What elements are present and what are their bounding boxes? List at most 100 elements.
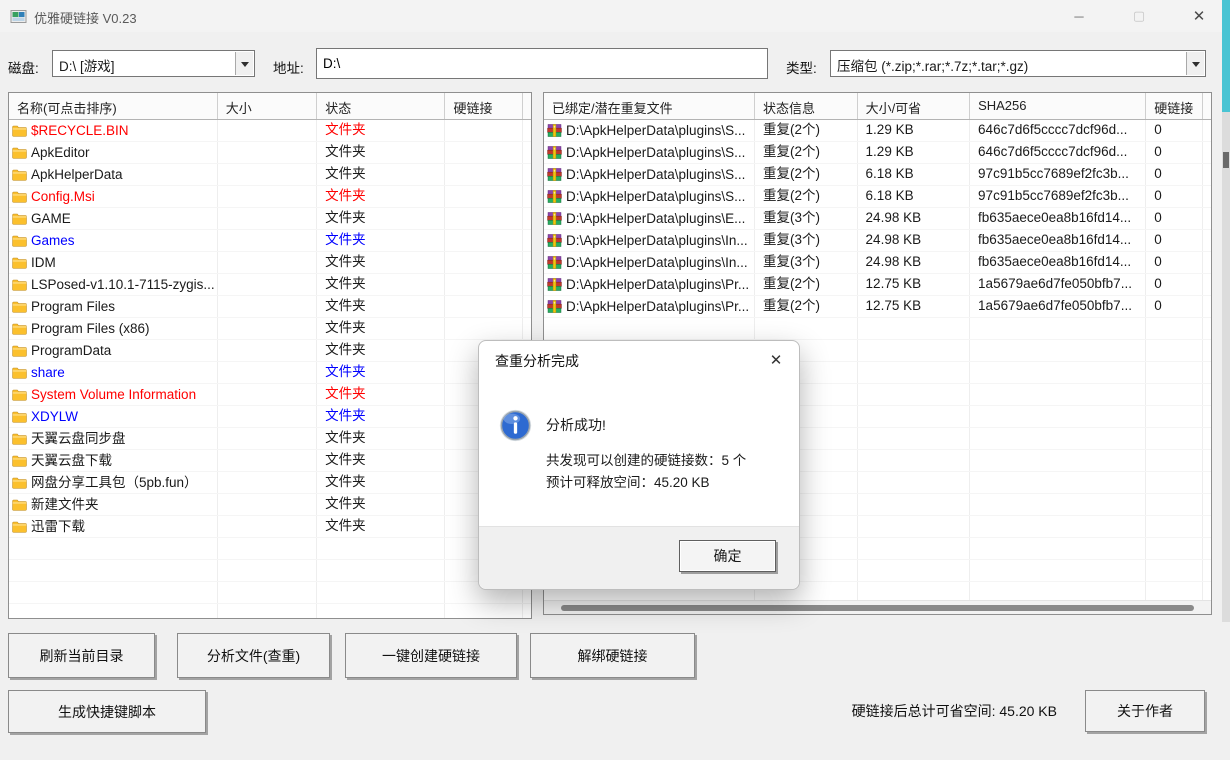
- horizontal-scrollbar[interactable]: [544, 600, 1211, 614]
- folder-icon: [12, 213, 27, 225]
- folder-row[interactable]: XDYLW文件夹: [9, 406, 531, 428]
- dialog-detail-space: 预计可释放空间：45.20 KB: [546, 471, 710, 491]
- folder-row[interactable]: 网盘分享工具包（5pb.fun）文件夹: [9, 472, 531, 494]
- refresh-directory-button[interactable]: 刷新当前目录: [8, 633, 155, 678]
- folder-icon: [12, 521, 27, 533]
- duplicate-file-row[interactable]: D:\ApkHelperData\plugins\S...重复(2个)1.29 …: [544, 120, 1211, 142]
- file-name: D:\ApkHelperData\plugins\S...: [566, 187, 745, 207]
- column-header-file[interactable]: 已绑定/潜在重复文件: [544, 93, 755, 119]
- file-name: System Volume Information: [31, 385, 196, 405]
- folder-row[interactable]: ApkHelperData文件夹: [9, 164, 531, 186]
- duplicate-file-row[interactable]: D:\ApkHelperData\plugins\S...重复(2个)1.29 …: [544, 142, 1211, 164]
- folder-icon: [12, 499, 27, 511]
- folder-row[interactable]: 迅雷下载文件夹: [9, 516, 531, 538]
- folder-row[interactable]: ProgramData文件夹: [9, 340, 531, 362]
- folder-row[interactable]: 天翼云盘同步盘文件夹: [9, 428, 531, 450]
- duplicate-file-row[interactable]: D:\ApkHelperData\plugins\In...重复(3个)24.9…: [544, 230, 1211, 252]
- dialog-title: 查重分析完成: [495, 351, 579, 371]
- column-header-savings[interactable]: 大小/可省: [858, 93, 971, 119]
- address-input[interactable]: [316, 48, 768, 79]
- folder-icon: [12, 125, 27, 137]
- type-combobox-value: 压缩包 (*.zip;*.rar;*.7z;*.tar;*.gz): [831, 51, 1186, 75]
- duplicate-file-row[interactable]: D:\ApkHelperData\plugins\Pr...重复(2个)12.7…: [544, 274, 1211, 296]
- archive-file-icon: [547, 256, 562, 269]
- chevron-down-icon[interactable]: [235, 52, 253, 75]
- folder-row[interactable]: $RECYCLE.BIN文件夹: [9, 120, 531, 142]
- duplicate-file-row[interactable]: D:\ApkHelperData\plugins\E...重复(3个)24.98…: [544, 208, 1211, 230]
- folder-icon: [12, 279, 27, 291]
- scrollbar-thumb[interactable]: [561, 605, 1194, 611]
- type-combobox[interactable]: 压缩包 (*.zip;*.rar;*.7z;*.tar;*.gz): [830, 50, 1206, 77]
- dialog-message: 分析成功!: [546, 415, 606, 435]
- column-header-name[interactable]: 名称(可点击排序): [9, 93, 218, 119]
- folder-list-body: $RECYCLE.BIN文件夹ApkEditor文件夹ApkHelperData…: [9, 120, 531, 619]
- column-header-filler: [523, 93, 531, 119]
- file-name: D:\ApkHelperData\plugins\Pr...: [566, 275, 749, 295]
- empty-row: [9, 582, 531, 604]
- duplicate-file-row[interactable]: D:\ApkHelperData\plugins\In...重复(3个)24.9…: [544, 252, 1211, 274]
- folder-icon: [12, 411, 27, 423]
- file-name: IDM: [31, 253, 56, 273]
- column-header-filler: [1203, 93, 1211, 119]
- folder-row[interactable]: GAME文件夹: [9, 208, 531, 230]
- disk-combobox-value: D:\ [游戏]: [53, 51, 235, 75]
- folder-row[interactable]: Config.Msi文件夹: [9, 186, 531, 208]
- folder-row[interactable]: LSPosed-v1.10.1-7115-zygis...文件夹: [9, 274, 531, 296]
- folder-icon: [12, 235, 27, 247]
- duplicate-file-row[interactable]: D:\ApkHelperData\plugins\Pr...重复(2个)12.7…: [544, 296, 1211, 318]
- folder-row[interactable]: 天翼云盘下载文件夹: [9, 450, 531, 472]
- column-header-sha256[interactable]: SHA256: [970, 93, 1146, 119]
- file-name: D:\ApkHelperData\plugins\S...: [566, 143, 745, 163]
- archive-file-icon: [547, 190, 562, 203]
- dialog-close-icon[interactable]: ✕: [763, 347, 789, 373]
- about-author-button[interactable]: 关于作者: [1085, 690, 1205, 732]
- minimize-button[interactable]: ─: [1056, 0, 1102, 32]
- unbind-hardlinks-button[interactable]: 解绑硬链接: [530, 633, 695, 678]
- disk-combobox[interactable]: D:\ [游戏]: [52, 50, 255, 77]
- archive-file-icon: [547, 124, 562, 137]
- folder-row[interactable]: Program Files文件夹: [9, 296, 531, 318]
- create-hardlinks-button[interactable]: 一键创建硬链接: [345, 633, 517, 678]
- archive-file-icon: [547, 168, 562, 181]
- folder-row[interactable]: Games文件夹: [9, 230, 531, 252]
- ok-button[interactable]: 确定: [679, 540, 776, 572]
- column-header-status[interactable]: 状态: [317, 93, 445, 119]
- maximize-button[interactable]: ▢: [1116, 0, 1162, 32]
- chevron-down-icon[interactable]: [1186, 52, 1204, 75]
- file-name: Program Files: [31, 297, 115, 317]
- duplicate-file-row[interactable]: D:\ApkHelperData\plugins\S...重复(2个)6.18 …: [544, 186, 1211, 208]
- folder-icon: [12, 455, 27, 467]
- folder-row[interactable]: IDM文件夹: [9, 252, 531, 274]
- folder-icon: [12, 367, 27, 379]
- folder-row[interactable]: Program Files (x86)文件夹: [9, 318, 531, 340]
- folder-list-header: 名称(可点击排序) 大小 状态 硬链接: [9, 93, 531, 120]
- folder-icon: [12, 433, 27, 445]
- empty-row: [9, 560, 531, 582]
- analyze-files-button[interactable]: 分析文件(查重): [177, 633, 330, 678]
- generate-script-button[interactable]: 生成快捷键脚本: [8, 690, 206, 733]
- empty-row: [9, 604, 531, 619]
- folder-row[interactable]: 新建文件夹文件夹: [9, 494, 531, 516]
- column-header-links[interactable]: 硬链接: [1146, 93, 1203, 119]
- column-header-links[interactable]: 硬链接: [445, 93, 523, 119]
- archive-file-icon: [547, 278, 562, 291]
- duplicates-header: 已绑定/潜在重复文件 状态信息 大小/可省 SHA256 硬链接: [544, 93, 1211, 120]
- folder-row[interactable]: ApkEditor文件夹: [9, 142, 531, 164]
- folder-icon: [12, 147, 27, 159]
- duplicate-file-row[interactable]: D:\ApkHelperData\plugins\S...重复(2个)6.18 …: [544, 164, 1211, 186]
- file-name: $RECYCLE.BIN: [31, 121, 129, 141]
- folder-icon: [12, 257, 27, 269]
- file-name: 迅雷下载: [31, 517, 85, 537]
- file-name: 新建文件夹: [31, 495, 99, 515]
- app-icon: [10, 8, 27, 25]
- folder-row[interactable]: share文件夹: [9, 362, 531, 384]
- info-icon: [499, 409, 532, 442]
- file-name: LSPosed-v1.10.1-7115-zygis...: [31, 275, 215, 295]
- folder-row[interactable]: System Volume Information文件夹: [9, 384, 531, 406]
- file-name: XDYLW: [31, 407, 78, 427]
- file-name: 天翼云盘下载: [31, 451, 112, 471]
- column-header-statusinfo[interactable]: 状态信息: [755, 93, 858, 119]
- title-bar: 优雅硬链接 V0.23 ─ ▢ ✕: [0, 0, 1230, 32]
- column-header-size[interactable]: 大小: [218, 93, 317, 119]
- close-button[interactable]: ✕: [1176, 0, 1222, 32]
